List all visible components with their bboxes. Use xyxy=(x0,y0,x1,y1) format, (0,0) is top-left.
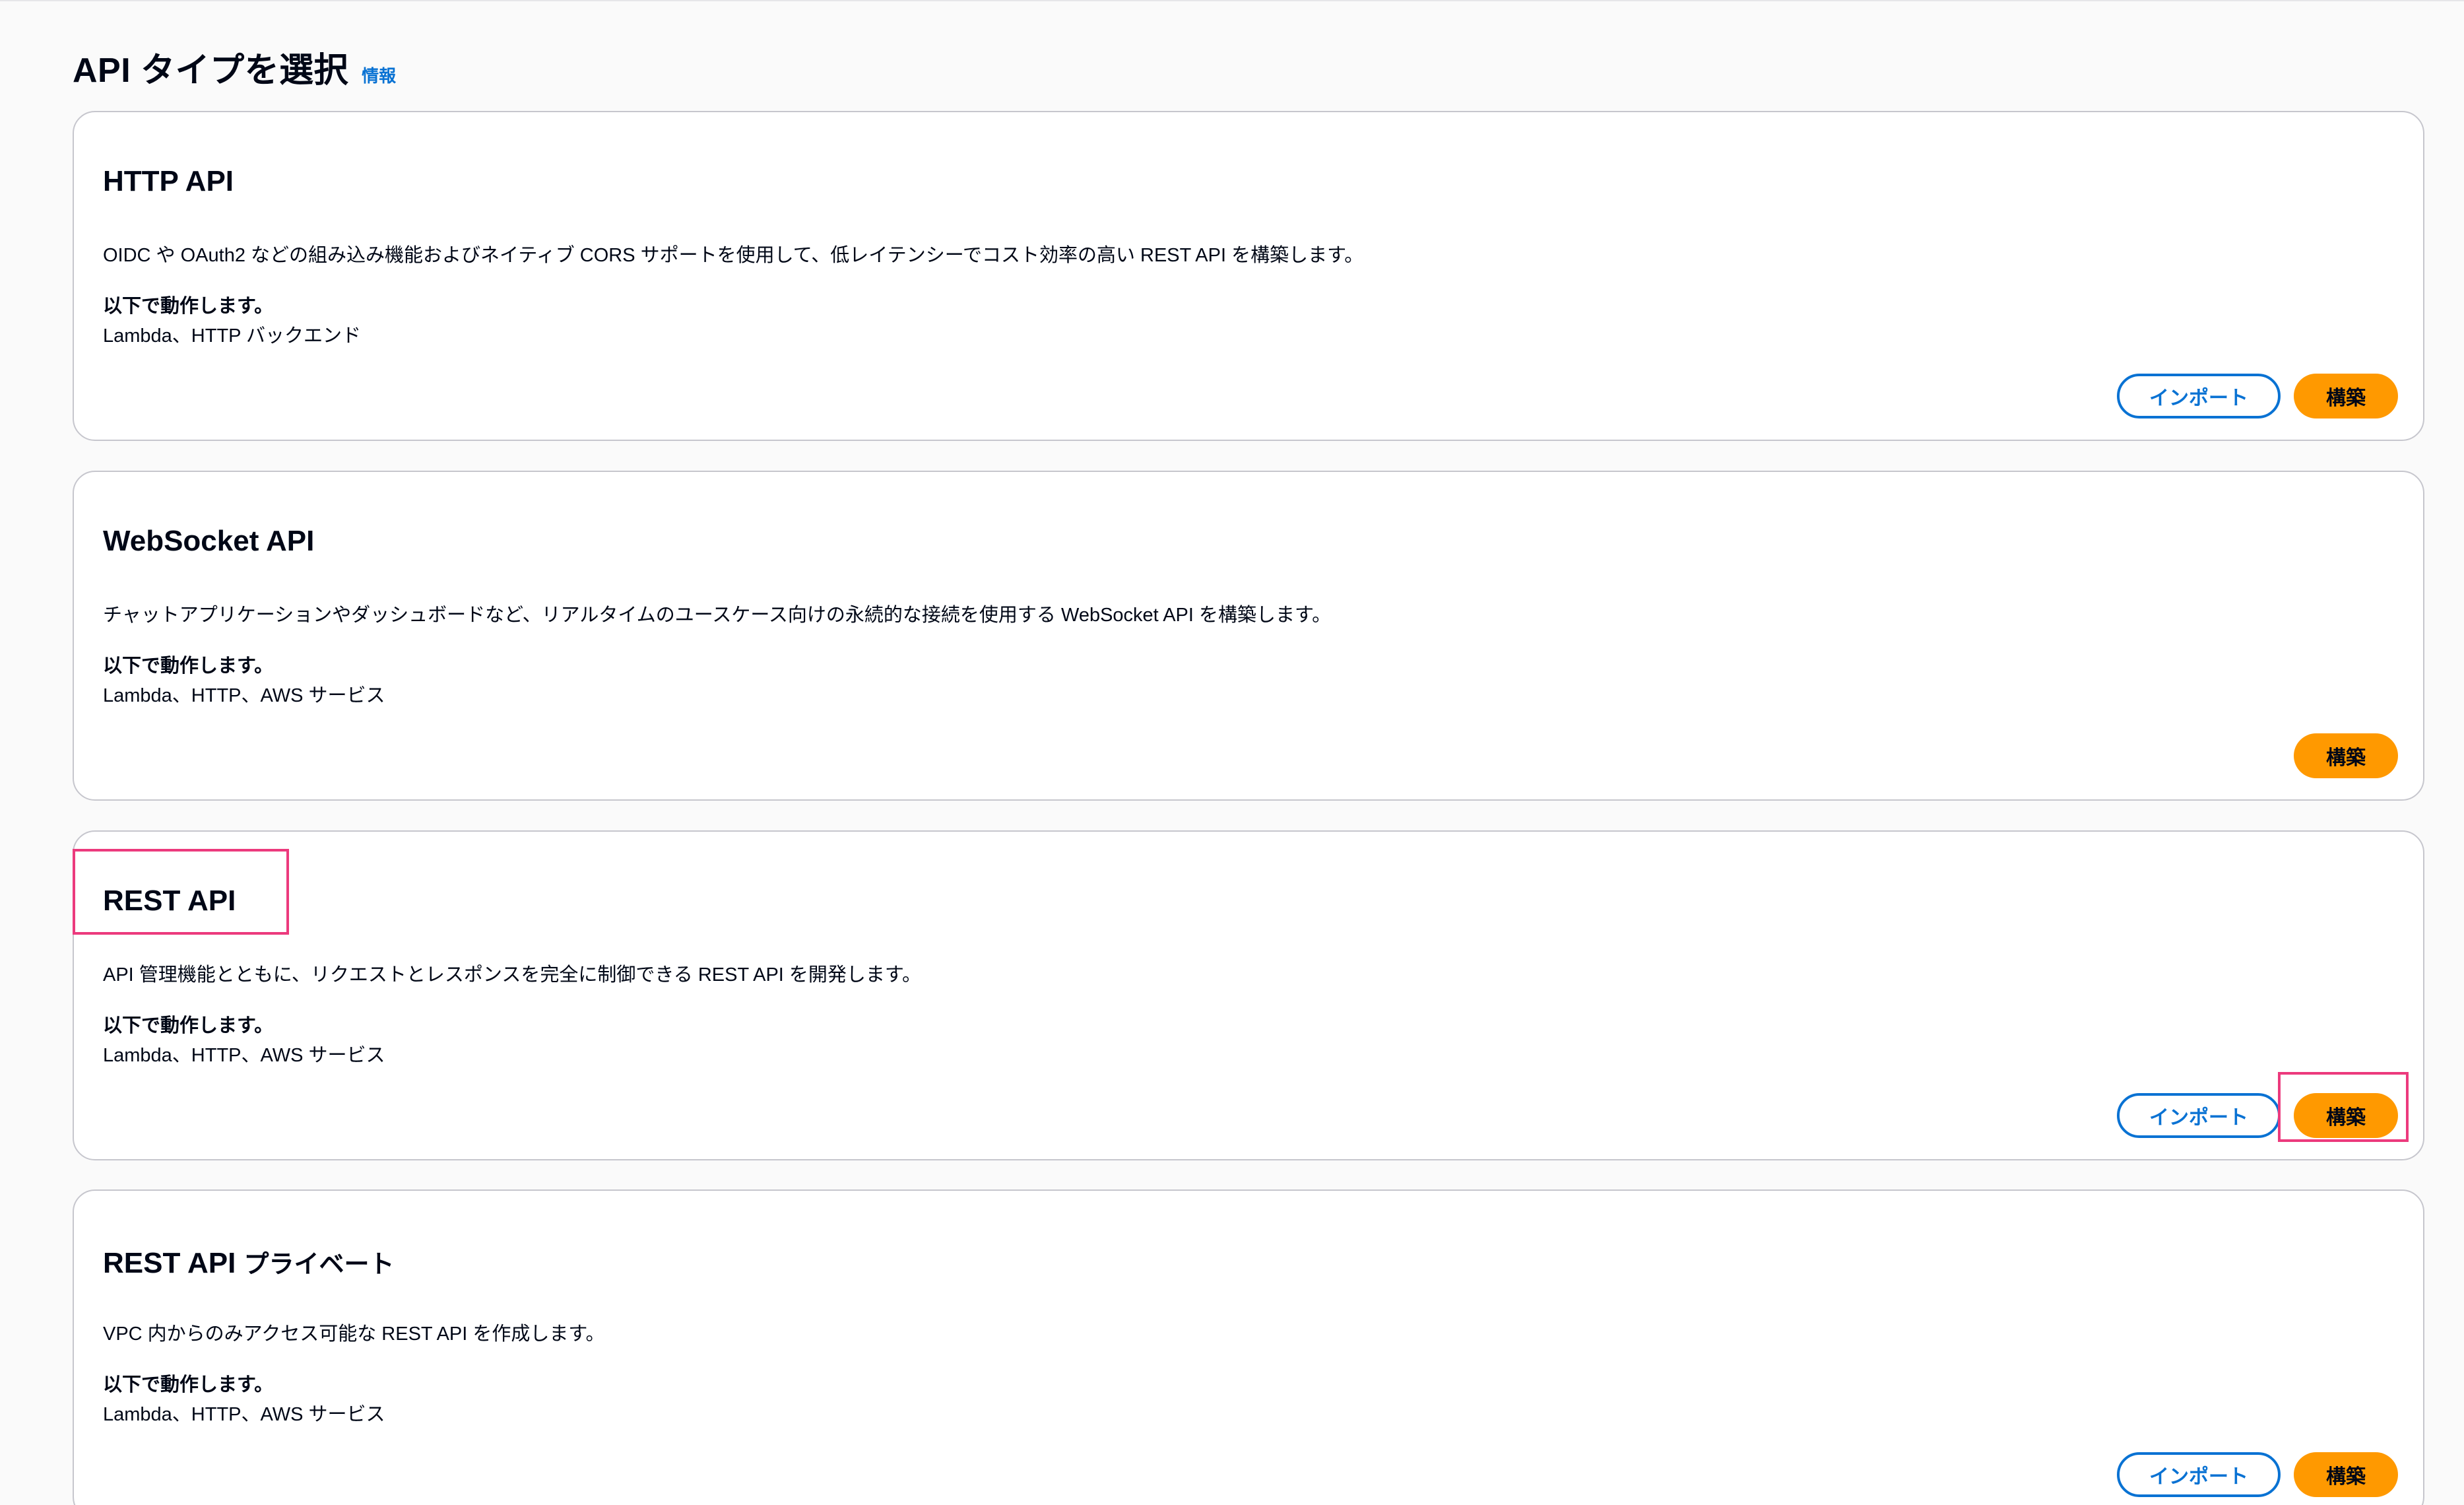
card-title-suffix: プライベート xyxy=(243,1251,395,1279)
page-title: API タイプを選択 xyxy=(73,51,349,90)
works-with-label: 以下で動作します。 xyxy=(103,1374,274,1395)
works-with-value: Lambda、HTTP、AWS サービス xyxy=(103,685,385,706)
card-title: REST API プライベート xyxy=(103,1244,395,1280)
card-description: OIDC や OAuth2 などの組み込み機能およびネイティブ CORS サポー… xyxy=(103,245,1364,266)
import-button-rest-private[interactable]: インポート xyxy=(2117,1452,2281,1497)
card-description: VPC 内からのみアクセス可能な REST API を作成します。 xyxy=(103,1323,605,1345)
import-button-http[interactable]: インポート xyxy=(2117,374,2281,418)
works-with-label: 以下で動作します。 xyxy=(103,1015,274,1036)
works-with-value: Lambda、HTTP、AWS サービス xyxy=(103,1404,385,1425)
api-type-card-rest: REST API API 管理機能とともに、リクエストとレスポンスを完全に制御で… xyxy=(73,830,2424,1160)
import-button-rest[interactable]: インポート xyxy=(2117,1093,2281,1138)
page-header: API タイプを選択 情報 xyxy=(73,42,396,92)
build-button-rest-private[interactable]: 構築 xyxy=(2294,1452,2398,1497)
works-with-label: 以下で動作します。 xyxy=(103,296,274,317)
card-title: REST API xyxy=(103,885,236,918)
works-with-value: Lambda、HTTP バックエンド xyxy=(103,325,362,347)
api-type-card-rest-private: REST API プライベート VPC 内からのみアクセス可能な REST AP… xyxy=(73,1189,2424,1505)
api-type-selection-page: API タイプを選択 情報 HTTP API OIDC や OAuth2 などの… xyxy=(0,0,2464,1505)
card-description: API 管理機能とともに、リクエストとレスポンスを完全に制御できる REST A… xyxy=(103,964,922,986)
card-title-text: HTTP API xyxy=(103,165,234,197)
card-title: WebSocket API xyxy=(103,525,314,558)
card-description: チャットアプリケーションやダッシュボードなど、リアルタイムのユースケース向けの永… xyxy=(103,605,1332,626)
build-button-http[interactable]: 構築 xyxy=(2294,374,2398,418)
build-button-rest[interactable]: 構築 xyxy=(2294,1093,2398,1138)
works-with-value: Lambda、HTTP、AWS サービス xyxy=(103,1045,385,1066)
build-button-websocket[interactable]: 構築 xyxy=(2294,733,2398,778)
api-type-card-http: HTTP API OIDC や OAuth2 などの組み込み機能およびネイティブ… xyxy=(73,111,2424,441)
card-title: HTTP API xyxy=(103,165,234,198)
info-link[interactable]: 情報 xyxy=(362,63,396,87)
works-with-label: 以下で動作します。 xyxy=(103,655,274,677)
card-title-text: REST API xyxy=(103,1247,236,1279)
card-title-text: REST API xyxy=(103,885,236,917)
card-title-text: WebSocket API xyxy=(103,525,315,557)
api-type-card-websocket: WebSocket API チャットアプリケーションやダッシュボードなど、リアル… xyxy=(73,471,2424,801)
